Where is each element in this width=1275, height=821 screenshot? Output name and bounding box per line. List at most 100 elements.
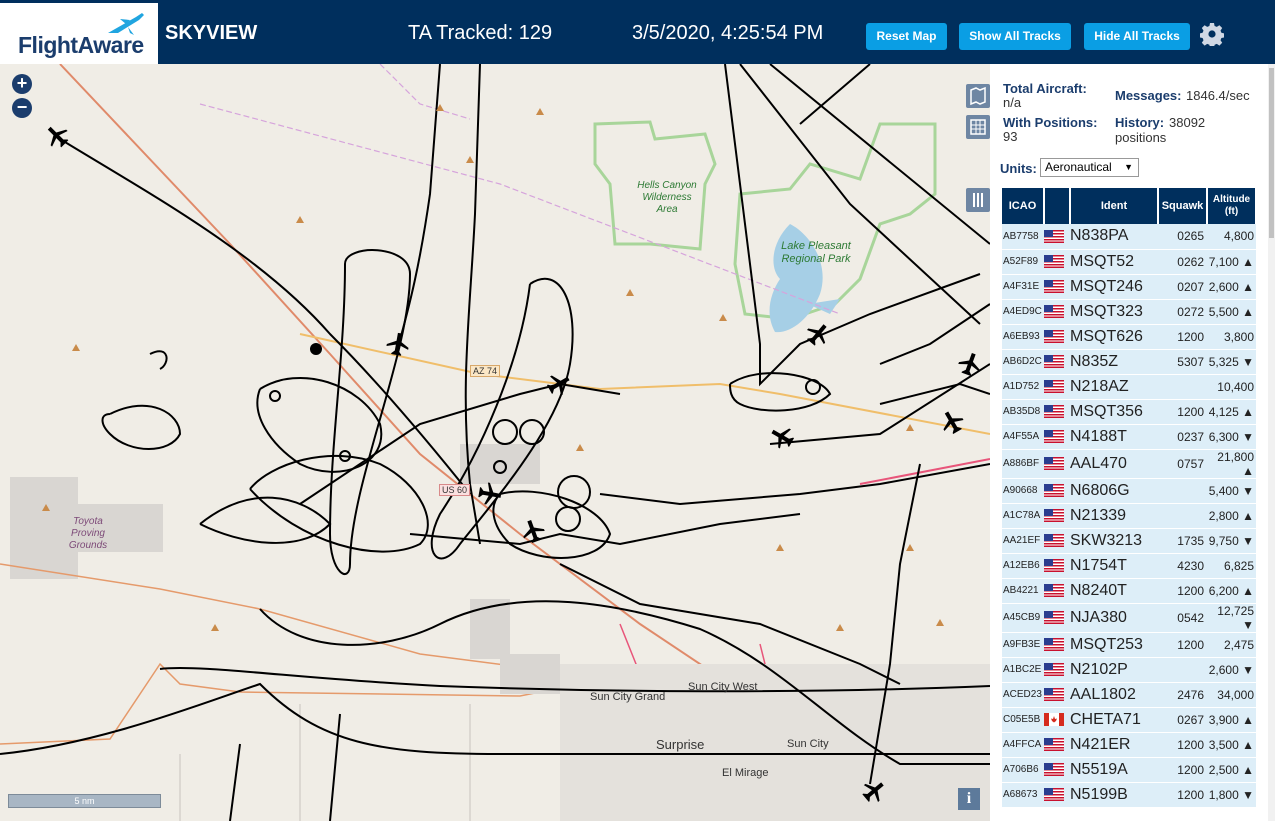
altitude-cell: 5,500 ▲ <box>1207 299 1256 325</box>
col-ident[interactable]: Ident <box>1070 188 1159 224</box>
squawk-cell: 1200 <box>1158 732 1207 758</box>
us-flag-icon <box>1044 249 1070 275</box>
us-flag-icon <box>1044 657 1070 683</box>
table-row[interactable]: A45CB9 NJA380 0542 12,725 ▼ <box>1002 603 1256 633</box>
show-all-tracks-button[interactable]: Show All Tracks <box>959 23 1071 50</box>
altitude-cell: 10,400 <box>1207 374 1256 400</box>
with-positions-label: With Positions: <box>1003 115 1098 130</box>
table-row[interactable]: A706B6 N5519A 1200 2,500 ▲ <box>1002 757 1256 783</box>
table-body: AB7758 N838PA 0265 4,800 A52F89 MSQT52 0262 7,1… <box>1002 224 1256 808</box>
squawk-cell <box>1158 657 1207 683</box>
ident-cell: MSQT52 <box>1070 249 1158 275</box>
col-icao[interactable]: ICAO <box>1002 188 1045 224</box>
table-row[interactable]: A4FFCA N421ER 1200 3,500 ▲ <box>1002 732 1256 758</box>
squawk-cell: 1200 <box>1158 757 1207 783</box>
ident-cell: CHETA71 <box>1070 707 1158 733</box>
us-flag-icon <box>1044 274 1070 300</box>
table-row[interactable]: ACED23 AAL1802 2476 34,000 <box>1002 682 1256 708</box>
units-select[interactable]: Aeronautical ▼ <box>1040 158 1139 177</box>
info-icon[interactable]: i <box>958 788 980 810</box>
flightaware-logo[interactable]: FlightAware <box>0 3 158 64</box>
icao-cell: AB4221 <box>1002 578 1044 604</box>
ident-cell: MSQT626 <box>1070 324 1158 350</box>
icao-cell: A9FB3E <box>1002 632 1044 658</box>
ident-cell: SKW3213 <box>1070 528 1158 554</box>
altitude-cell: 6,825 <box>1207 553 1256 579</box>
canada-flag-icon <box>1044 707 1070 733</box>
scrollbar-thumb[interactable] <box>1269 68 1274 238</box>
map-grid-icon[interactable] <box>966 115 990 139</box>
col-squawk[interactable]: Squawk <box>1158 188 1208 224</box>
map-layer <box>0 64 990 821</box>
col-altitude[interactable]: Altitude (ft) <box>1207 188 1257 224</box>
table-row[interactable]: A52F89 MSQT52 0262 7,100 ▲ <box>1002 249 1256 275</box>
table-row[interactable]: AB4221 N8240T 1200 6,200 ▲ <box>1002 578 1256 604</box>
altitude-cell: 6,200 ▲ <box>1207 578 1256 604</box>
us-flag-icon <box>1044 603 1070 633</box>
table-row[interactable]: A4ED9C MSQT323 0272 5,500 ▲ <box>1002 299 1256 325</box>
us-flag-icon <box>1044 578 1070 604</box>
squawk-cell: 1200 <box>1158 632 1207 658</box>
ident-cell: AAL1802 <box>1070 682 1158 708</box>
ident-cell: N5199B <box>1070 782 1158 808</box>
table-row[interactable]: A4F31E MSQT246 0207 2,600 ▲ <box>1002 274 1256 300</box>
gear-icon[interactable] <box>1200 22 1224 46</box>
chevron-down-icon: ▼ <box>1124 162 1133 172</box>
table-row[interactable]: AB6D2C N835Z 5307 5,325 ▼ <box>1002 349 1256 375</box>
squawk-cell: 0265 <box>1158 224 1207 250</box>
icao-cell: ACED23 <box>1002 682 1044 708</box>
ident-cell: N838PA <box>1070 224 1158 250</box>
altitude-cell: 5,400 ▼ <box>1207 478 1256 504</box>
icao-cell: AB6D2C <box>1002 349 1044 375</box>
col-flag[interactable] <box>1044 188 1071 224</box>
table-row[interactable]: A1BC2E N2102P 2,600 ▼ <box>1002 657 1256 683</box>
table-row[interactable]: AA21EF SKW3213 1735 9,750 ▼ <box>1002 528 1256 554</box>
messages-value: 1846.4/sec <box>1186 88 1250 103</box>
ident-cell: MSQT246 <box>1070 274 1158 300</box>
altitude-cell: 2,500 ▲ <box>1207 757 1256 783</box>
table-row[interactable]: A6EB93 MSQT626 1200 3,800 <box>1002 324 1256 350</box>
label-sun-city-west: Sun City West <box>688 681 758 693</box>
table-row[interactable]: C05E5B CHETA71 0267 3,900 ▲ <box>1002 707 1256 733</box>
table-row[interactable]: A1D752 N218AZ 10,400 <box>1002 374 1256 400</box>
icao-cell: A1D752 <box>1002 374 1044 400</box>
icao-cell: A1C78A <box>1002 503 1044 529</box>
squawk-cell <box>1158 374 1207 400</box>
table-row[interactable]: AB7758 N838PA 0265 4,800 <box>1002 224 1256 250</box>
us-flag-icon <box>1044 374 1070 400</box>
table-row[interactable]: A90668 N6806G 5,400 ▼ <box>1002 478 1256 504</box>
scale-bar: 5 nm <box>8 794 161 808</box>
map-canvas[interactable]: + − Hells Canyon Wilderness Area Lake Pl… <box>0 64 990 821</box>
ident-cell: N218AZ <box>1070 374 1158 400</box>
table-row[interactable]: A4F55A N4188T 0237 6,300 ▼ <box>1002 424 1256 450</box>
squawk-cell <box>1158 478 1207 504</box>
column-toggle-icon[interactable] <box>966 188 990 212</box>
squawk-cell: 0272 <box>1158 299 1207 325</box>
table-row[interactable]: A886BF AAL470 0757 21,800 ▲ <box>1002 449 1256 479</box>
icao-cell: AB35D8 <box>1002 399 1044 425</box>
squawk-cell: 0757 <box>1158 449 1207 479</box>
table-row[interactable]: A12EB6 N1754T 4230 6,825 <box>1002 553 1256 579</box>
table-header-row: ICAO Ident Squawk Altitude (ft) <box>1002 188 1257 224</box>
zoom-out-button[interactable]: − <box>12 98 32 118</box>
table-row[interactable]: A9FB3E MSQT253 1200 2,475 <box>1002 632 1256 658</box>
table-row[interactable]: A68673 N5199B 1200 1,800 ▼ <box>1002 782 1256 808</box>
squawk-cell: 1735 <box>1158 528 1207 554</box>
zoom-in-button[interactable]: + <box>12 74 32 94</box>
hide-all-tracks-button[interactable]: Hide All Tracks <box>1084 23 1190 50</box>
ident-cell: N2102P <box>1070 657 1158 683</box>
app-title: SKYVIEW <box>165 22 258 44</box>
us-flag-icon <box>1044 449 1070 479</box>
altitude-cell: 2,600 ▼ <box>1207 657 1256 683</box>
altitude-cell: 6,300 ▼ <box>1207 424 1256 450</box>
squawk-cell: 0207 <box>1158 274 1207 300</box>
us-flag-icon <box>1044 299 1070 325</box>
table-row[interactable]: AB35D8 MSQT356 1200 4,125 ▲ <box>1002 399 1256 425</box>
reset-map-button[interactable]: Reset Map <box>866 23 947 50</box>
altitude-cell: 3,500 ▲ <box>1207 732 1256 758</box>
history-value: 38092 positions <box>1115 115 1206 145</box>
units-selected: Aeronautical <box>1045 160 1112 174</box>
icao-cell: A706B6 <box>1002 757 1044 783</box>
map-layers-icon[interactable] <box>966 84 990 108</box>
table-row[interactable]: A1C78A N21339 2,800 ▲ <box>1002 503 1256 529</box>
